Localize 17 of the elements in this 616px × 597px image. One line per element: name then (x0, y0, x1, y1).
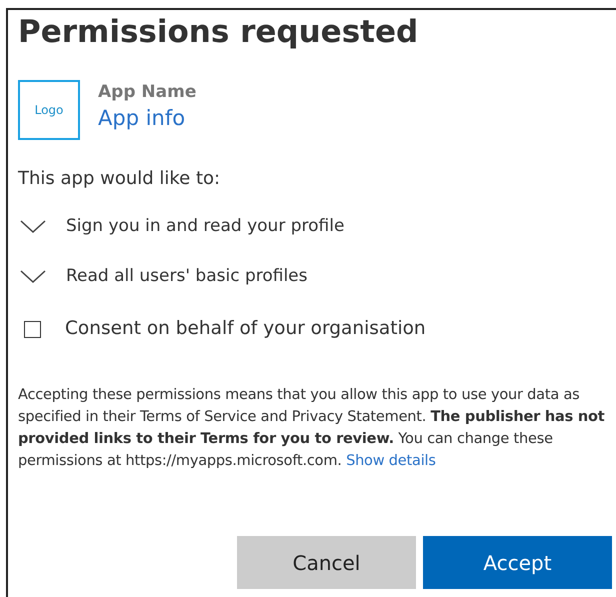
cancel-button[interactable]: Cancel (237, 536, 416, 589)
permission-expander[interactable]: Read all users' basic profiles (18, 252, 612, 302)
checkbox[interactable] (24, 320, 41, 338)
intro-text: This app would like to: (18, 167, 222, 191)
permission-label: Consent on behalf of your organisation (65, 317, 426, 342)
permission-label: Sign you in and read your profile (66, 215, 344, 238)
app-name: App Name (98, 81, 196, 103)
permission-expander[interactable]: Sign you in and read your profile (18, 202, 612, 252)
notice-paragraph: Accepting these permissions means that you allow this app to use your data as specified in their Terms of Service and Privacy Statement. The publisher has not provided links to their Terms for you to review. You can change these permissions at https://myapps.microsoft.com. Show details (18, 386, 606, 471)
chevron-down-icon (20, 270, 46, 284)
show-details-link[interactable]: Show details (346, 453, 436, 469)
accept-button[interactable]: Accept (423, 536, 612, 589)
dialog-title: Permissions requested (18, 13, 420, 52)
app-info-link[interactable]: App info (98, 103, 196, 133)
chevron-down-icon (20, 220, 46, 234)
app-logo: Logo (18, 80, 80, 140)
permission-label: Read all users' basic profiles (66, 265, 308, 288)
